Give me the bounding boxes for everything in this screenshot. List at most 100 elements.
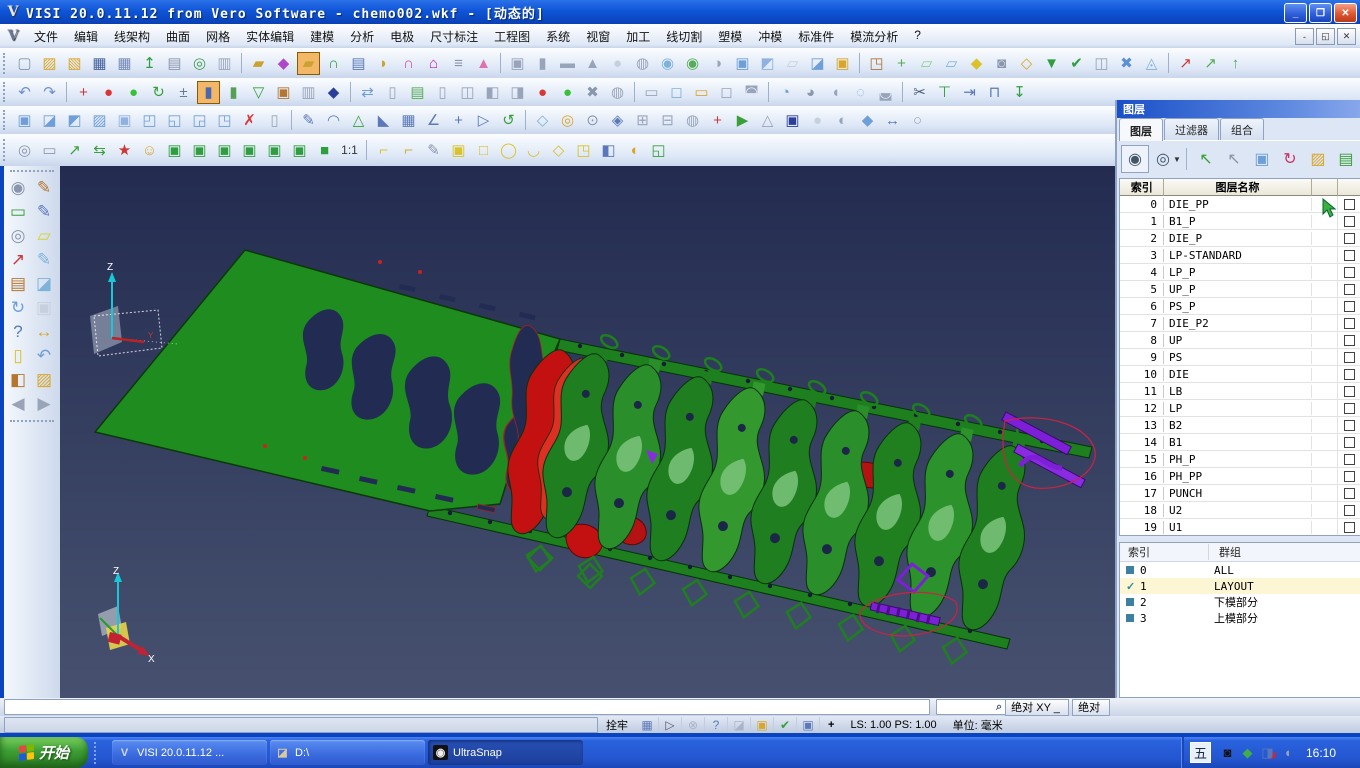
toolbar-icon[interactable]: ▣ <box>731 52 754 75</box>
layer-col-blank[interactable] <box>1311 179 1339 196</box>
dimension[interactable]: ↔ <box>32 320 56 344</box>
toolbar-icon[interactable]: ▲ <box>472 52 495 75</box>
snap-label[interactable]: 拴牢 <box>598 717 636 733</box>
layer-checkbox[interactable] <box>1344 521 1355 533</box>
taskbar-task-ultrasnap[interactable]: ◉ UltraSnap <box>428 740 583 765</box>
toolbar-icon[interactable]: ▯ <box>381 81 404 104</box>
menu-item-14[interactable]: 线切割 <box>658 25 710 48</box>
layer-checkbox[interactable] <box>1344 300 1355 312</box>
menu-item-11[interactable]: 系统 <box>538 25 578 48</box>
toolbar-icon[interactable]: ◳ <box>213 109 236 132</box>
layer-col-check[interactable] <box>1338 179 1360 196</box>
delete[interactable]: ▯ <box>6 344 30 368</box>
toolbar-icon[interactable]: ★ <box>113 139 136 162</box>
toolbar-icon[interactable]: ◌ <box>849 81 872 104</box>
tab-组合[interactable]: 组合 <box>1220 118 1264 140</box>
layer-row-PH_P[interactable]: 15 PH_P <box>1120 451 1360 468</box>
close-button[interactable]: ✕ <box>1334 3 1357 23</box>
toolbar-icon[interactable]: ◨ <box>506 81 529 104</box>
shading-smiley[interactable]: ☺ <box>138 139 161 162</box>
view-iso-1[interactable]: ▣ <box>163 139 186 162</box>
toolbar-icon[interactable]: ● <box>97 81 120 104</box>
toolbar-icon[interactable]: ∩ <box>397 52 420 75</box>
mdi-close-button[interactable]: ✕ <box>1337 28 1356 45</box>
refresh[interactable]: ↻ <box>6 296 30 320</box>
plus-indicator[interactable]: + <box>820 719 842 731</box>
taskbar-task-visi-20-0-11-12-[interactable]: V VISI 20.0.11.12 ... <box>112 740 267 765</box>
tab-图层[interactable]: 图层 <box>1119 118 1163 141</box>
layers-panel-title[interactable]: 图层 <box>1117 100 1360 118</box>
toolbar-icon[interactable]: ∠ <box>422 109 445 132</box>
toolbar-icon[interactable]: ± <box>172 81 195 104</box>
menu-item-5[interactable]: 实体编辑 <box>238 25 302 48</box>
toolbar-icon[interactable]: ▯ <box>263 109 286 132</box>
toolbar-icon[interactable]: ↗ <box>1199 52 1222 75</box>
toolbar-grip[interactable] <box>3 138 8 162</box>
toolbar-icon[interactable]: ◍ <box>631 52 654 75</box>
layer-row-PH_PP[interactable]: 16 PH_PP <box>1120 468 1360 485</box>
menu-item-1[interactable]: 编辑 <box>66 25 106 48</box>
volume-icon[interactable]: ◖ <box>1279 744 1296 761</box>
folder-export[interactable]: ▨ <box>32 368 56 392</box>
toolbar-icon[interactable]: ◇ <box>531 109 554 132</box>
toolbar-icon[interactable]: ▱ <box>781 52 804 75</box>
toolbar-icon[interactable]: ⇥ <box>958 81 981 104</box>
solid-cube[interactable]: ▣ <box>32 296 56 320</box>
select-layer[interactable]: ↖ <box>1192 145 1220 173</box>
toolbar-icon[interactable]: ◈ <box>606 109 629 132</box>
layer-checkbox[interactable] <box>1344 249 1355 261</box>
menu-item-15[interactable]: 塑模 <box>710 25 750 48</box>
toolbar-grip[interactable] <box>9 420 55 422</box>
toolbar-icon[interactable]: ↗ <box>63 139 86 162</box>
menu-item-10[interactable]: 工程图 <box>486 25 538 48</box>
menu-item-6[interactable]: 建模 <box>302 25 342 48</box>
toolbar-icon[interactable]: ▣ <box>831 52 854 75</box>
group-col-index[interactable]: 索引 <box>1120 544 1209 560</box>
layer-checkbox[interactable] <box>1344 266 1355 278</box>
taskbar-task-d-[interactable]: ◪ D:\ <box>270 740 425 765</box>
view-right[interactable]: ▣ <box>288 139 311 162</box>
toolbar-icon[interactable]: ◱ <box>647 139 670 162</box>
toolbar-icon[interactable]: ⊟ <box>656 109 679 132</box>
toolbar-icon[interactable]: ⊓ <box>983 81 1006 104</box>
refresh-visibility[interactable]: ↻ <box>1276 145 1304 173</box>
toolbar-icon[interactable]: ◇ <box>1015 52 1038 75</box>
layer-row-DIE[interactable]: 10 DIE <box>1120 366 1360 383</box>
menu-item-2[interactable]: 线架构 <box>106 25 158 48</box>
undo[interactable]: ↶ <box>13 81 36 104</box>
toolbar-icon[interactable]: ◻ <box>715 81 738 104</box>
select-visible[interactable]: ↖ <box>1220 145 1248 173</box>
group-row-ALL[interactable]: 0 ALL <box>1120 562 1360 578</box>
toolbar-icon[interactable]: ▽ <box>247 81 270 104</box>
toolbar-icon[interactable]: ◧ <box>597 139 620 162</box>
toolbar-icon[interactable]: ✂ <box>908 81 931 104</box>
taskbar-clock[interactable]: 16:10 <box>1306 746 1346 760</box>
minimize-button[interactable]: _ <box>1284 3 1307 23</box>
layer-checkbox[interactable] <box>1344 385 1355 397</box>
toolbar-icon[interactable]: □ <box>472 139 495 162</box>
layer-checkbox[interactable] <box>1344 232 1355 244</box>
toolbar-icon[interactable]: ▣ <box>781 109 804 132</box>
toolbar-icon[interactable]: ▱ <box>915 52 938 75</box>
toolbar-icon[interactable]: ◪ <box>38 109 61 132</box>
toolbar-icon[interactable]: ▣ <box>113 109 136 132</box>
layer-row-U2[interactable]: 18 U2 <box>1120 502 1360 519</box>
frame-select[interactable]: ▭ <box>6 200 30 224</box>
toolbar-icon[interactable]: ↧ <box>1008 81 1031 104</box>
toolbar-icon[interactable]: ▮ <box>197 80 220 104</box>
toolbar-icon[interactable]: + <box>706 109 729 132</box>
dropdown-arrow-icon[interactable]: ▼ <box>1173 155 1181 164</box>
layer-row-LP_P[interactable]: 4 LP_P <box>1120 264 1360 281</box>
quick-launch-grip[interactable] <box>94 741 106 764</box>
toolbar-icon[interactable]: ◬ <box>1140 52 1163 75</box>
toolbar-icon[interactable]: + <box>447 109 470 132</box>
layer-row-PS[interactable]: 9 PS <box>1120 349 1360 366</box>
view-solid[interactable]: ■ <box>313 139 336 162</box>
layer-row-PS_P[interactable]: 6 PS_P <box>1120 298 1360 315</box>
edit-layer[interactable]: ▨ <box>1304 145 1332 173</box>
toolbar-icon[interactable]: ◔ <box>774 81 797 104</box>
toolbar-icon[interactable]: ● <box>122 81 145 104</box>
sketch[interactable]: ✎ <box>32 200 56 224</box>
layer-checkbox[interactable] <box>1344 198 1355 210</box>
workplane[interactable]: ↗ <box>6 248 30 272</box>
